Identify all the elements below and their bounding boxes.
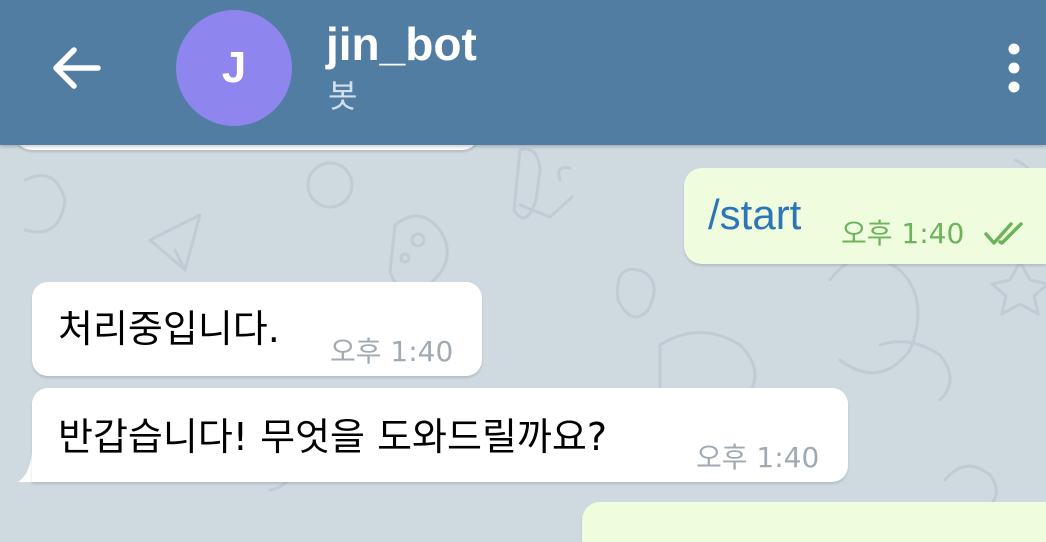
double-check-icon	[984, 222, 1023, 245]
message-text: 처리중입니다.	[58, 307, 280, 351]
message-time: 오후 1:40	[330, 335, 454, 368]
message-text: 반갑습니다! 무엇을 도와드릴까요?	[58, 415, 608, 459]
message-bubble-partial-outgoing	[582, 502, 1046, 542]
message-time: 오후 1:40	[696, 441, 820, 474]
more-vertical-icon	[1008, 43, 1020, 93]
message-bubble-incoming[interactable]: 반갑습니다! 무엇을 도와드릴까요? 오후 1:40	[32, 388, 848, 482]
message-bubble-outgoing[interactable]: /start 오후 1:40	[684, 168, 1046, 264]
message-command-link[interactable]: /start	[708, 190, 801, 240]
chat-subtitle: 봇	[328, 77, 358, 115]
message-bubble-incoming[interactable]: 처리중입니다. 오후 1:40	[32, 282, 482, 376]
chat-header: J jin_bot 봇	[0, 0, 1046, 145]
arrow-left-icon	[53, 47, 101, 89]
avatar[interactable]: J	[176, 10, 292, 126]
chat-title[interactable]: jin_bot	[326, 14, 477, 74]
more-menu-button[interactable]	[992, 36, 1036, 100]
back-button[interactable]	[40, 36, 112, 100]
message-time: 오후 1:40	[841, 217, 965, 250]
